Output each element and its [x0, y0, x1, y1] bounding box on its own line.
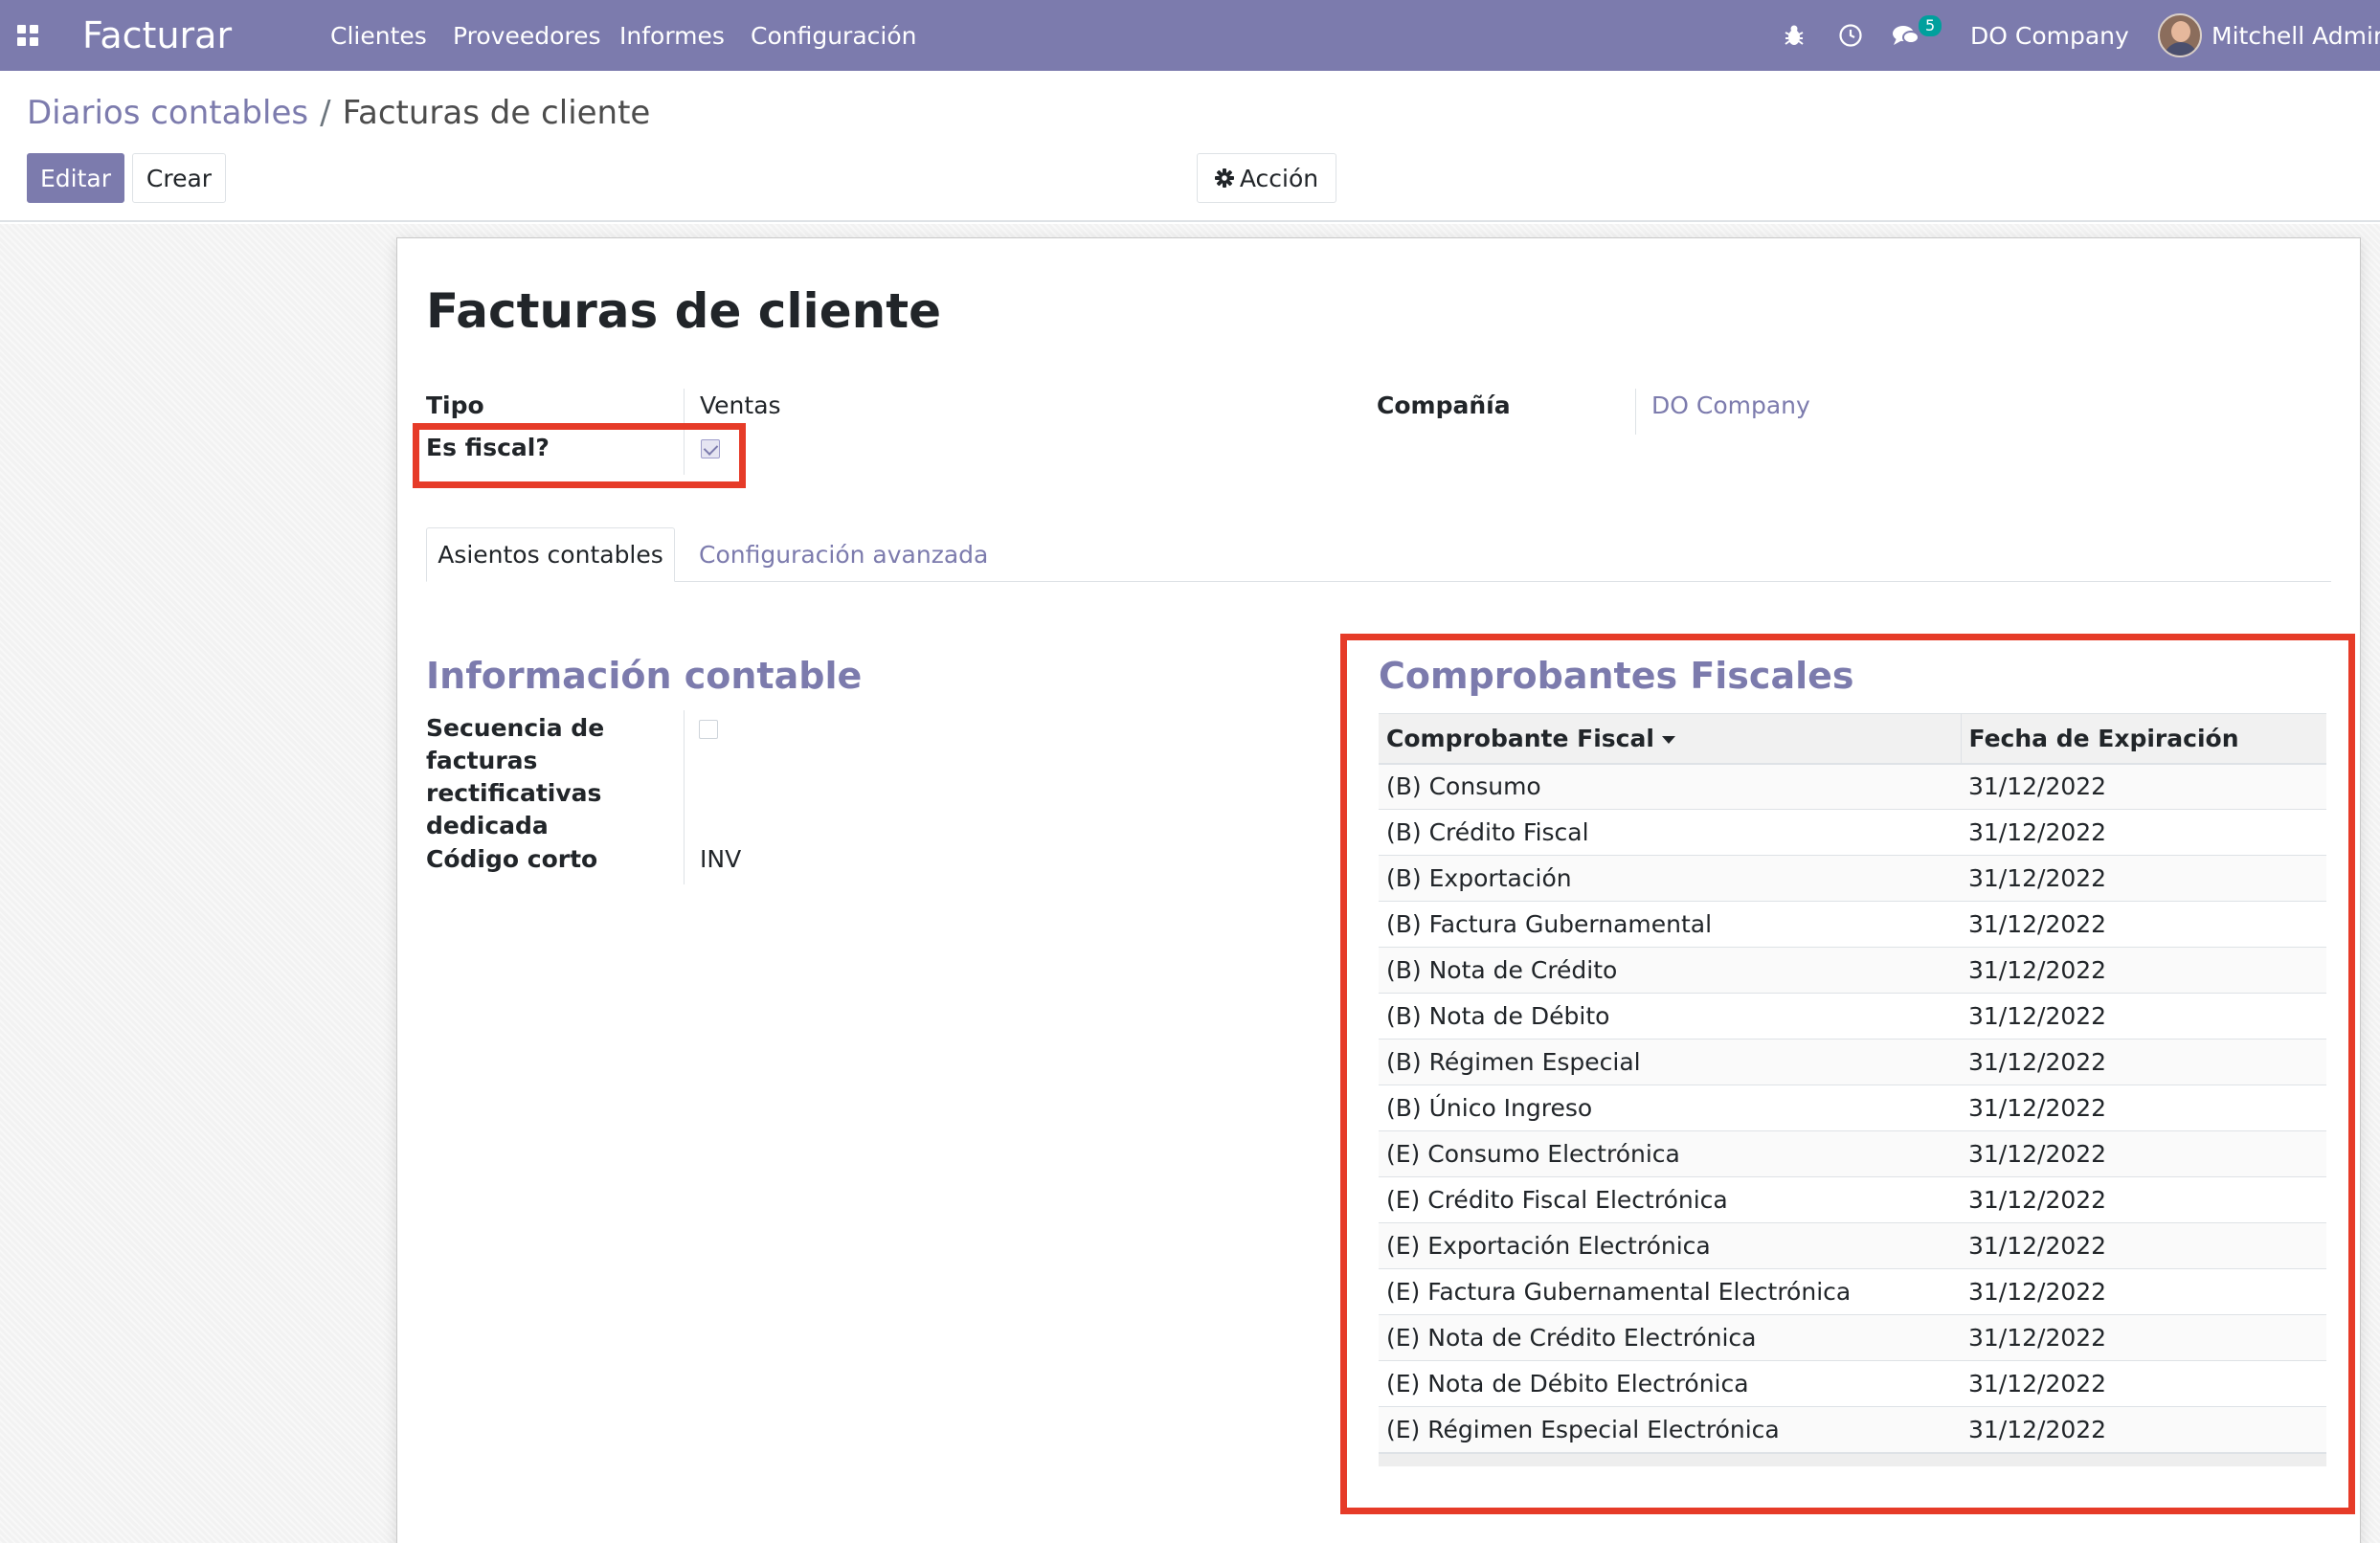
tab-asientos-contables[interactable]: Asientos contables	[426, 527, 675, 582]
comprobante-name-cell: (B) Régimen Especial	[1379, 1039, 1961, 1085]
table-row[interactable]: (E) Nota de Débito Electrónica 31/12/2022	[1379, 1360, 2326, 1407]
comprobante-name-cell: (B) Nota de Crédito	[1379, 947, 1961, 994]
table-row[interactable]: (E) Nota de Crédito Electrónica 31/12/202…	[1379, 1314, 2326, 1361]
fecha-expiracion-cell: 31/12/2022	[1961, 901, 2326, 948]
apps-menu-icon[interactable]	[13, 0, 42, 71]
user-menu[interactable]: Mitchell Admin	[2158, 0, 2380, 71]
avatar	[2158, 13, 2202, 57]
menu-item-configuracion[interactable]: Configuración	[751, 0, 917, 71]
table-row[interactable]: (B) Exportación 31/12/2022	[1379, 855, 2326, 902]
table-row[interactable]: (B) Factura Gubernamental 31/12/2022	[1379, 901, 2326, 948]
column-header-fecha[interactable]: Fecha de Expiración	[1961, 713, 2326, 765]
fecha-expiracion-cell: 31/12/2022	[1961, 809, 2326, 856]
fecha-expiracion-cell: 31/12/2022	[1961, 1268, 2326, 1315]
company-switcher[interactable]: DO Company	[1970, 0, 2129, 71]
column-header-comprobante[interactable]: Comprobante Fiscal	[1379, 713, 1962, 765]
es-fiscal-label: Es fiscal?	[426, 434, 550, 461]
table-row[interactable]: (B) Régimen Especial 31/12/2022	[1379, 1039, 2326, 1085]
user-name: Mitchell Admin	[2212, 21, 2380, 50]
field-separator	[684, 389, 685, 475]
menu-item-proveedores[interactable]: Proveedores	[453, 0, 601, 71]
column-header-comprobante-label: Comprobante Fiscal	[1386, 724, 1654, 752]
field-separator	[1635, 389, 1636, 435]
breadcrumb-parent-link[interactable]: Diarios contables	[27, 94, 308, 132]
table-row[interactable]: (B) Consumo 31/12/2022	[1379, 763, 2326, 810]
comprobantes-table: Comprobante Fiscal Fecha de Expiración (…	[1379, 713, 2326, 1453]
section-title-informacion-contable: Información contable	[426, 655, 863, 697]
table-row[interactable]: (B) Crédito Fiscal 31/12/2022	[1379, 809, 2326, 856]
fecha-expiracion-cell: 31/12/2022	[1961, 763, 2326, 810]
top-navbar: Facturar Clientes Proveedores Informes C…	[0, 0, 2380, 71]
comprobante-name-cell: (E) Régimen Especial Electrónica	[1379, 1406, 1961, 1453]
fecha-expiracion-cell: 31/12/2022	[1961, 1085, 2326, 1131]
table-row[interactable]: (E) Crédito Fiscal Electrónica 31/12/2022	[1379, 1176, 2326, 1223]
edit-button[interactable]: Editar	[27, 153, 124, 203]
fecha-expiracion-cell: 31/12/2022	[1961, 947, 2326, 994]
secuencia-facturas-label: Secuencia de facturas rectificativas ded…	[426, 714, 605, 839]
fecha-expiracion-cell: 31/12/2022	[1961, 993, 2326, 1040]
table-row[interactable]: (E) Régimen Especial Electrónica 31/12/20…	[1379, 1406, 2326, 1453]
activity-clock-icon[interactable]	[1834, 0, 1867, 71]
bug-icon[interactable]	[1779, 0, 1809, 71]
comprobante-name-cell: (B) Crédito Fiscal	[1379, 809, 1961, 856]
app-title[interactable]: Facturar	[82, 0, 232, 71]
table-row[interactable]: (B) Único Ingreso 31/12/2022	[1379, 1085, 2326, 1131]
comprobante-name-cell: (B) Exportación	[1379, 855, 1961, 902]
tipo-label: Tipo	[426, 391, 484, 419]
breadcrumb-current: Facturas de cliente	[342, 94, 651, 132]
fecha-expiracion-cell: 31/12/2022	[1961, 1176, 2326, 1223]
chat-icon[interactable]: 5	[1892, 0, 1949, 71]
fecha-expiracion-cell: 31/12/2022	[1961, 1222, 2326, 1269]
comprobante-name-cell: (B) Consumo	[1379, 763, 1961, 810]
control-panel: Diarios contables / Facturas de cliente …	[0, 71, 2380, 222]
field-separator	[684, 710, 685, 884]
comprobante-name-cell: (E) Crédito Fiscal Electrónica	[1379, 1176, 1961, 1223]
action-button-label: Acción	[1239, 164, 1319, 192]
comprobantes-table-body: (B) Consumo 31/12/2022 (B) Crédito Fiscal 3…	[1379, 763, 2326, 1453]
table-header-row: Comprobante Fiscal Fecha de Expiración	[1379, 713, 2326, 765]
comprobante-name-cell: (E) Nota de Débito Electrónica	[1379, 1360, 1961, 1407]
table-row[interactable]: (E) Consumo Electrónica 31/12/2022	[1379, 1130, 2326, 1177]
compania-link[interactable]: DO Company	[1651, 391, 1810, 419]
comprobante-name-cell: (E) Exportación Electrónica	[1379, 1222, 1961, 1269]
table-row[interactable]: (E) Factura Gubernamental Electrónica 31/…	[1379, 1268, 2326, 1315]
breadcrumb-separator: /	[320, 94, 331, 132]
create-button[interactable]: Crear	[132, 153, 226, 203]
tab-configuracion-avanzada[interactable]: Configuración avanzada	[680, 527, 1007, 582]
comprobante-name-cell: (E) Nota de Crédito Electrónica	[1379, 1314, 1961, 1361]
comprobante-name-cell: (B) Factura Gubernamental	[1379, 901, 1961, 948]
table-footer	[1379, 1453, 2326, 1466]
gear-icon	[1214, 168, 1234, 188]
comprobante-name-cell: (B) Nota de Débito	[1379, 993, 1961, 1040]
menu-item-informes[interactable]: Informes	[619, 0, 725, 71]
record-title: Facturas de cliente	[426, 283, 942, 339]
chat-count-badge: 5	[1919, 15, 1942, 36]
codigo-corto-label: Código corto	[426, 845, 598, 873]
codigo-corto-value: INV	[700, 845, 742, 873]
table-row[interactable]: (E) Exportación Electrónica 31/12/2022	[1379, 1222, 2326, 1269]
sort-caret-down-icon	[1661, 735, 1675, 744]
fecha-expiracion-cell: 31/12/2022	[1961, 1039, 2326, 1085]
comprobante-name-cell: (E) Consumo Electrónica	[1379, 1130, 1961, 1177]
table-row[interactable]: (B) Nota de Crédito 31/12/2022	[1379, 947, 2326, 994]
section-title-comprobantes-fiscales: Comprobantes Fiscales	[1379, 655, 1854, 697]
fecha-expiracion-cell: 31/12/2022	[1961, 1360, 2326, 1407]
comprobante-name-cell: (B) Único Ingreso	[1379, 1085, 1961, 1131]
es-fiscal-checkbox[interactable]	[701, 439, 720, 458]
fecha-expiracion-cell: 31/12/2022	[1961, 1130, 2326, 1177]
table-row[interactable]: (B) Nota de Débito 31/12/2022	[1379, 993, 2326, 1040]
fecha-expiracion-cell: 31/12/2022	[1961, 1406, 2326, 1453]
action-button[interactable]: Acción	[1197, 153, 1336, 203]
tipo-value: Ventas	[700, 391, 781, 419]
comprobante-name-cell: (E) Factura Gubernamental Electrónica	[1379, 1268, 1961, 1315]
breadcrumb: Diarios contables / Facturas de cliente	[27, 94, 650, 132]
fecha-expiracion-cell: 31/12/2022	[1961, 855, 2326, 902]
menu-item-clientes[interactable]: Clientes	[330, 0, 427, 71]
compania-label: Compañía	[1377, 391, 1511, 419]
secuencia-facturas-checkbox[interactable]	[699, 720, 718, 739]
fecha-expiracion-cell: 31/12/2022	[1961, 1314, 2326, 1361]
